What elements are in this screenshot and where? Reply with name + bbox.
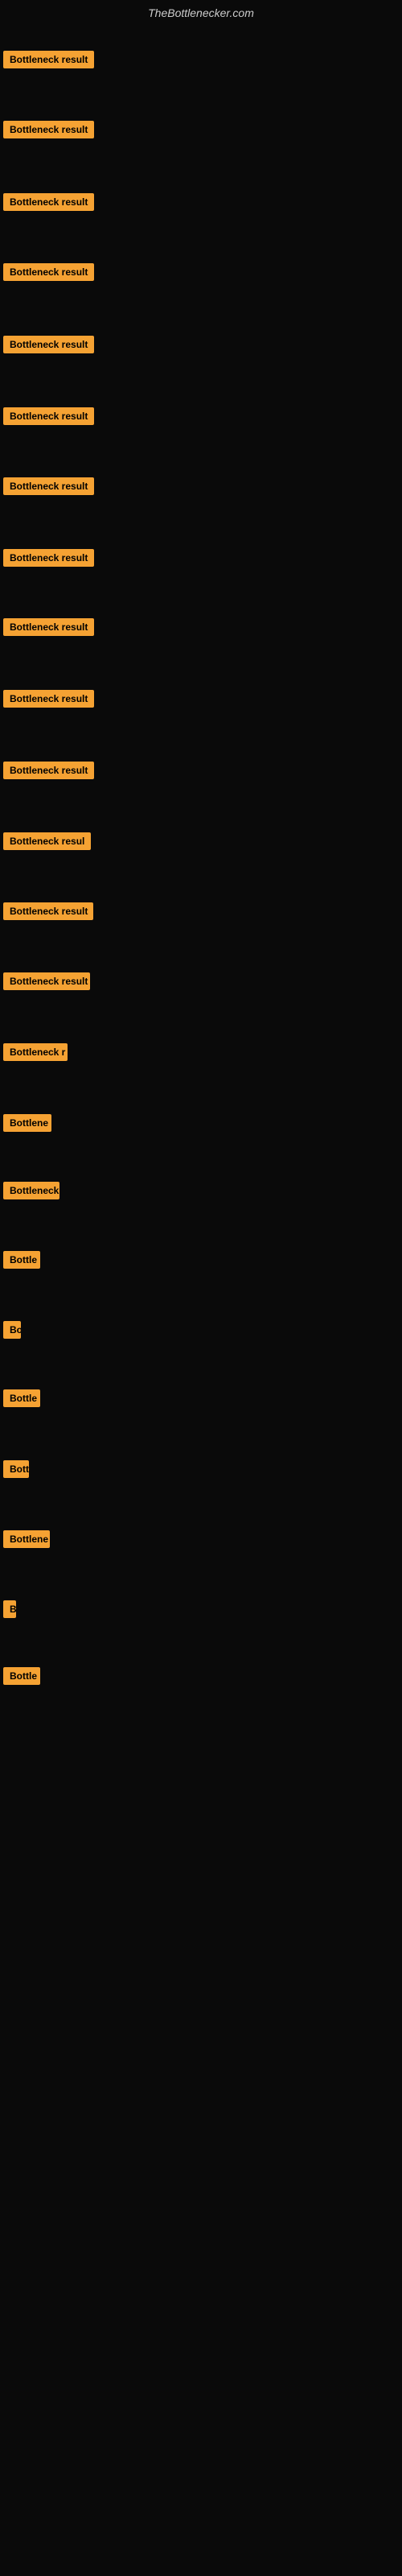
bottleneck-badge: Bottleneck	[3, 1182, 59, 1199]
bottleneck-badge: Bottlene	[3, 1530, 50, 1548]
result-row: Bottleneck result	[0, 46, 97, 77]
site-title: TheBottlenecker.com	[0, 0, 402, 29]
result-row: Bottle	[0, 1385, 43, 1416]
bottleneck-badge: Bottleneck result	[3, 477, 94, 495]
result-row: B	[0, 1596, 19, 1627]
bottleneck-badge: Bottleneck r	[3, 1043, 68, 1061]
result-row: Bottlene	[0, 1525, 53, 1557]
bottleneck-badge: Bottleneck result	[3, 618, 94, 636]
site-header: TheBottlenecker.com	[0, 0, 402, 29]
result-row: Bo	[0, 1316, 24, 1348]
result-row: Bottleneck result	[0, 968, 93, 999]
result-row: Bottleneck result	[0, 544, 97, 576]
bottleneck-badge: Bottleneck resul	[3, 832, 91, 850]
bottleneck-badge: Bottleneck result	[3, 407, 94, 425]
result-row: Bottleneck result	[0, 898, 96, 929]
result-row: Bottleneck r	[0, 1038, 71, 1070]
result-row: Bottleneck result	[0, 188, 97, 220]
result-row: Bottle	[0, 1246, 43, 1278]
bottleneck-badge: Bottleneck result	[3, 762, 94, 779]
bottleneck-badge: Bottleneck result	[3, 263, 94, 281]
result-row: Bottleneck result	[0, 116, 97, 147]
bottleneck-badge: Bottle	[3, 1251, 40, 1269]
result-row: Bottleneck result	[0, 473, 97, 504]
result-row: Bott	[0, 1455, 32, 1487]
result-row: Bottleneck result	[0, 402, 97, 434]
bottleneck-badge: Bottleneck result	[3, 690, 94, 708]
result-row: Bottleneck result	[0, 613, 97, 645]
bottleneck-badge: Bott	[3, 1460, 29, 1478]
bottleneck-badge: B	[3, 1600, 16, 1618]
bottleneck-badge: Bottleneck result	[3, 193, 94, 211]
bottleneck-badge: Bottle	[3, 1667, 40, 1685]
bottleneck-badge: Bottleneck result	[3, 121, 94, 138]
bottleneck-badge: Bottleneck result	[3, 336, 94, 353]
bottleneck-badge: Bottleneck result	[3, 51, 94, 68]
bottleneck-badge: Bo	[3, 1321, 21, 1339]
bottleneck-badge: Bottlene	[3, 1114, 51, 1132]
result-row: Bottlene	[0, 1109, 55, 1141]
result-row: Bottleneck result	[0, 331, 97, 362]
bottleneck-badge: Bottle	[3, 1389, 40, 1407]
result-row: Bottleneck resul	[0, 828, 94, 859]
result-row: Bottleneck result	[0, 757, 97, 788]
bottleneck-badge: Bottleneck result	[3, 902, 93, 920]
result-row: Bottle	[0, 1662, 43, 1694]
result-row: Bottleneck result	[0, 258, 97, 290]
result-row: Bottleneck	[0, 1177, 63, 1208]
result-row: Bottleneck result	[0, 685, 97, 716]
bottleneck-badge: Bottleneck result	[3, 972, 90, 990]
bottleneck-badge: Bottleneck result	[3, 549, 94, 567]
